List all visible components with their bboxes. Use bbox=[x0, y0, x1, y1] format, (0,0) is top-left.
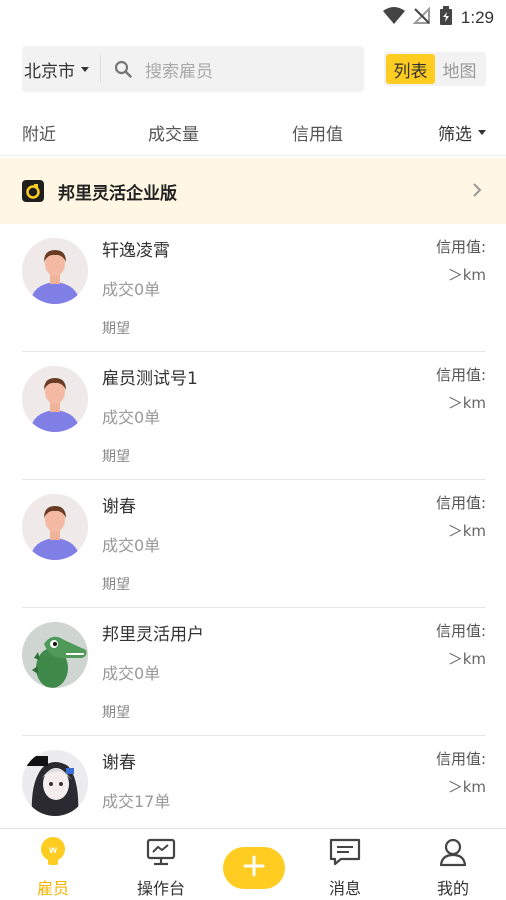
credit-label: 信用值: bbox=[435, 366, 486, 384]
deal-count: 成交0单 bbox=[102, 280, 161, 299]
status-time: 1:29 bbox=[460, 8, 494, 27]
filter-nearby[interactable]: 附近 bbox=[22, 120, 56, 145]
search-input[interactable]: 搜索雇员 bbox=[145, 57, 213, 82]
enterprise-banner[interactable]: 邦里灵活企业版 bbox=[0, 158, 506, 224]
employee-row[interactable]: 谢春 成交0单 期望 信用值: ＞km bbox=[0, 480, 506, 608]
distance: ＞km bbox=[447, 650, 486, 668]
map-view-button[interactable]: 地图 bbox=[435, 54, 484, 84]
caret-down-icon bbox=[81, 66, 89, 72]
credit-label: 信用值: bbox=[435, 494, 486, 512]
monitor-icon bbox=[146, 837, 176, 871]
city-selector[interactable]: 北京市 bbox=[22, 57, 100, 82]
status-icons: 1:29 bbox=[382, 6, 494, 30]
view-toggle: 列表 地图 bbox=[384, 52, 486, 86]
divider bbox=[100, 55, 101, 83]
filter-bar: 附近 成交量 信用值 筛选 bbox=[0, 106, 506, 156]
expectation: 期望 bbox=[102, 705, 130, 721]
bottom-tab-bar: w 雇员 操作台 消息 我的 bbox=[0, 828, 506, 900]
add-button[interactable] bbox=[223, 847, 285, 889]
expectation: 期望 bbox=[102, 577, 130, 593]
distance: ＞km bbox=[447, 394, 486, 412]
expectation: 期望 bbox=[102, 321, 130, 337]
tab-workbench[interactable]: 操作台 bbox=[121, 837, 201, 899]
credit-label: 信用值: bbox=[435, 622, 486, 640]
avatar bbox=[22, 622, 88, 688]
employee-row[interactable]: 雇员测试号1 成交0单 期望 信用值: ＞km bbox=[0, 352, 506, 480]
list-view-button[interactable]: 列表 bbox=[386, 54, 435, 84]
employee-row[interactable]: 轩逸凌霄 成交0单 期望 信用值: ＞km bbox=[0, 224, 506, 352]
deal-count: 成交0单 bbox=[102, 664, 161, 683]
employee-name: 谢春 bbox=[102, 753, 136, 773]
status-bar: 1:29 bbox=[0, 0, 506, 34]
employee-name: 邦里灵活用户 bbox=[102, 625, 204, 645]
search-row: 北京市 搜索雇员 列表 地图 bbox=[22, 46, 486, 92]
credit-label: 信用值: bbox=[435, 750, 486, 768]
tab-messages[interactable]: 消息 bbox=[305, 837, 385, 899]
tab-label: 操作台 bbox=[136, 879, 185, 898]
distance: ＞km bbox=[447, 266, 486, 284]
tab-label: 我的 bbox=[436, 879, 469, 898]
credit-label: 信用值: bbox=[435, 238, 486, 256]
lightbulb-icon: w bbox=[39, 837, 67, 871]
tab-label: 消息 bbox=[328, 879, 361, 898]
tab-label: 雇员 bbox=[36, 879, 69, 898]
distance: ＞km bbox=[447, 778, 486, 796]
distance: ＞km bbox=[447, 522, 486, 540]
tab-employees[interactable]: w 雇员 bbox=[13, 837, 93, 899]
caret-down-icon bbox=[478, 130, 486, 135]
filter-volume[interactable]: 成交量 bbox=[148, 120, 199, 145]
city-label: 北京市 bbox=[24, 61, 75, 82]
employee-list: 轩逸凌霄 成交0单 期望 信用值: ＞km 雇员测试号1 成交0单 期望 信用值… bbox=[0, 224, 506, 864]
search-box: 北京市 搜索雇员 bbox=[22, 46, 364, 92]
message-icon bbox=[329, 837, 361, 871]
filter-credit[interactable]: 信用值 bbox=[292, 120, 343, 145]
banner-title: 邦里灵活企业版 bbox=[58, 183, 177, 204]
enterprise-logo-icon bbox=[22, 180, 44, 202]
chevron-right-icon bbox=[472, 182, 482, 202]
svg-text:w: w bbox=[48, 845, 57, 856]
filter-label: 筛选 bbox=[438, 125, 472, 145]
avatar bbox=[22, 366, 88, 432]
employee-name: 谢春 bbox=[102, 497, 136, 517]
avatar bbox=[22, 238, 88, 304]
deal-count: 成交0单 bbox=[102, 536, 161, 555]
employee-name: 轩逸凌霄 bbox=[102, 241, 170, 261]
wifi-icon bbox=[382, 7, 405, 29]
plus-icon bbox=[242, 854, 266, 882]
avatar bbox=[22, 494, 88, 560]
search-icon bbox=[113, 59, 133, 79]
battery-icon bbox=[439, 6, 453, 30]
avatar bbox=[22, 750, 88, 816]
employee-row[interactable]: 邦里灵活用户 成交0单 期望 信用值: ＞km bbox=[0, 608, 506, 736]
no-signal-icon bbox=[412, 6, 431, 29]
employee-name: 雇员测试号1 bbox=[102, 369, 198, 389]
filter-dropdown[interactable]: 筛选 bbox=[438, 120, 486, 145]
expectation: 期望 bbox=[102, 449, 130, 465]
deal-count: 成交17单 bbox=[102, 792, 171, 811]
tab-mine[interactable]: 我的 bbox=[413, 837, 493, 899]
user-icon bbox=[438, 837, 468, 871]
deal-count: 成交0单 bbox=[102, 408, 161, 427]
